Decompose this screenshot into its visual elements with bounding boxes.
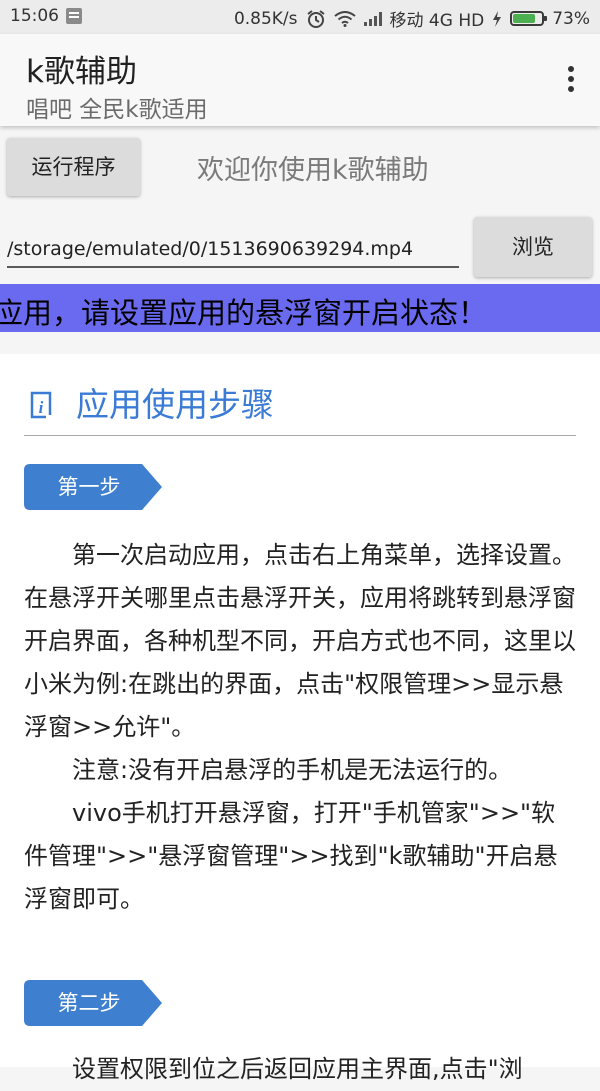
svg-text:i: i [39,398,44,417]
step-1-paragraph: 第一次启动应用，点击右上角菜单，选择设置。在悬浮开关哪里点击悬浮开关，应用将跳转… [24,541,576,741]
step-2-label: 第二步 [57,991,121,1015]
sim-notification-icon [66,8,82,24]
step-1-body: 第一次启动应用，点击右上角菜单，选择设置。在悬浮开关哪里点击悬浮开关，应用将跳转… [24,534,576,921]
battery-fill [513,14,536,23]
welcome-text: 欢迎你使用k歌辅助 [197,155,429,186]
marquee-banner: 应用，请设置应用的悬浮窗开启状态！ [0,284,600,332]
status-time: 15:06 [10,6,59,26]
step-1-label: 第一步 [57,475,121,499]
status-bar: 15:06 0.85K/s 移动 4G HD 73% [0,0,600,34]
marquee-text: 应用，请设置应用的悬浮窗开启状态！ [0,296,488,330]
app-bar: k歌辅助 唱吧 全民k歌适用 [0,34,600,126]
step-2-tag: 第二步 [24,980,162,1026]
app-title: k歌辅助 [26,54,137,90]
carrier-label: 移动 4G HD [389,11,485,31]
file-path-input[interactable]: /storage/emulated/0/1513690639294.mp4 [7,234,459,268]
network-speed: 0.85K/s [233,8,298,29]
step-1-paragraph: 注意:没有开启悬浮的手机是无法运行的。 [72,756,513,784]
step-2-body: 设置权限到位之后返回应用主界面,点击"浏 [24,1048,576,1091]
step-1-paragraph: vivo手机打开悬浮窗，打开"手机管家">>"软件管理">>"悬浮窗管理">>找… [24,799,558,913]
info-icon: i [30,391,52,419]
app-subtitle: 唱吧 全民k歌适用 [26,97,208,123]
charging-icon [493,10,502,27]
section-divider [24,435,576,436]
wifi-icon [333,10,356,27]
battery-icon [510,11,548,26]
step-2-paragraph: 设置权限到位之后返回应用主界面,点击"浏 [72,1055,523,1083]
guide-content[interactable]: i 应用使用步骤 第一步 第一次启动应用，点击右上角菜单，选择设置。在悬浮开关哪… [0,354,600,1083]
cell-signal-icon [363,11,382,26]
overflow-menu-icon[interactable] [566,66,576,94]
step-1-tag: 第一步 [24,464,162,510]
browse-button[interactable]: 浏览 [474,217,592,277]
battery-percent: 73% [552,8,590,29]
run-program-button[interactable]: 运行程序 [7,138,140,196]
status-right-group: 0.85K/s 移动 4G HD 73% [233,6,590,32]
guide-title: 应用使用步骤 [76,385,274,424]
alarm-icon [306,9,325,28]
